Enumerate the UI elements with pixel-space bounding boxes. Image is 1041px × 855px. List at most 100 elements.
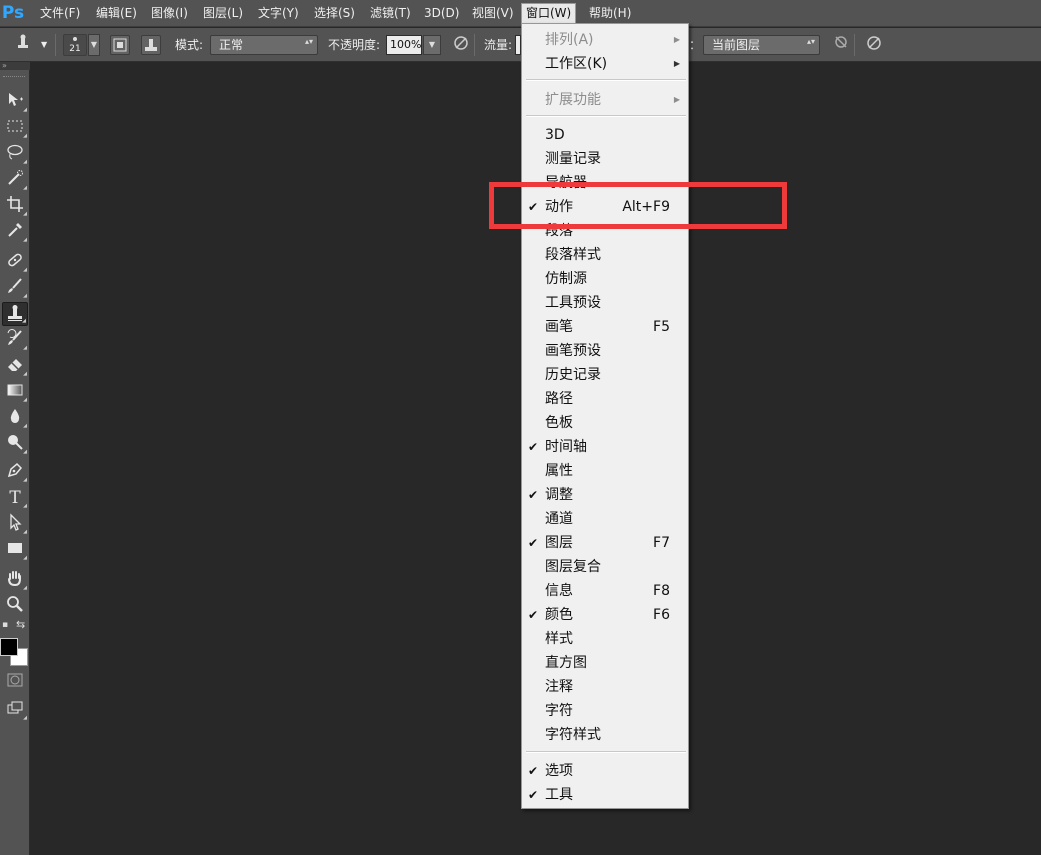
- ignore-adjustment-layers-icon[interactable]: [828, 33, 854, 57]
- menu-item-3d[interactable]: 3D: [522, 123, 688, 147]
- crop-icon[interactable]: ◢: [2, 194, 28, 218]
- menu-item-info[interactable]: 信息 F8: [522, 579, 688, 603]
- type-icon[interactable]: T ◢: [2, 486, 28, 510]
- menu-item-swatches[interactable]: 色板: [522, 411, 688, 435]
- menu-item-notes[interactable]: 注释: [522, 675, 688, 699]
- history-brush-icon[interactable]: ◢: [2, 328, 28, 352]
- menu-layer[interactable]: 图层(L): [199, 3, 247, 24]
- menu-type[interactable]: 文字(Y): [254, 3, 303, 24]
- checkmark-icon: ✔: [528, 764, 539, 778]
- menu-item-histogram[interactable]: 直方图: [522, 651, 688, 675]
- opacity-dropdown-icon[interactable]: ▼: [423, 35, 441, 55]
- menu-item-label: 选项: [545, 763, 573, 779]
- quick-mask-icon[interactable]: [2, 670, 28, 694]
- menu-item-adjustments[interactable]: ✔ 调整: [522, 483, 688, 507]
- quick-select-icon[interactable]: ◢: [2, 168, 28, 192]
- marquee-icon[interactable]: ◢: [2, 116, 28, 140]
- menu-item-channels[interactable]: 通道: [522, 507, 688, 531]
- menu-item-paths[interactable]: 路径: [522, 387, 688, 411]
- swap-colors-icon[interactable]: ⇆: [16, 618, 25, 631]
- healing-brush-icon[interactable]: ◢: [2, 250, 28, 274]
- menu-item-shortcut: F6: [653, 607, 670, 623]
- menu-item-character-styles[interactable]: 字符样式: [522, 723, 688, 747]
- menu-item-measurement-log[interactable]: 测量记录: [522, 147, 688, 171]
- clone-stamp-preset-icon[interactable]: [10, 33, 36, 57]
- menu-item-arrange[interactable]: 排列(A) ▶: [522, 28, 688, 52]
- clone-stamp-icon[interactable]: ◢: [2, 302, 28, 326]
- rectangle-icon[interactable]: ◢: [2, 538, 28, 562]
- menu-view[interactable]: 视图(V): [468, 3, 518, 24]
- gradient-icon[interactable]: ◢: [2, 380, 28, 404]
- brush-icon[interactable]: ◢: [2, 276, 28, 300]
- menu-item-paragraph[interactable]: 段落: [522, 219, 688, 243]
- menu-filter[interactable]: 滤镜(T): [366, 3, 415, 24]
- tool-preset-dropdown-icon[interactable]: ▼: [41, 28, 47, 62]
- sample-select[interactable]: 当前图层 ▴▾: [703, 35, 820, 55]
- menu-item-extensions[interactable]: 扩展功能 ▶: [522, 88, 688, 112]
- toolbox-collapse-icon[interactable]: »: [0, 62, 30, 70]
- zoom-icon[interactable]: [2, 594, 28, 618]
- pen-icon[interactable]: ◢: [2, 460, 28, 484]
- menu-item-navigator[interactable]: 导航器: [522, 171, 688, 195]
- photoshop-window: Ps 文件(F) 编辑(E) 图像(I) 图层(L) 文字(Y) 选择(S) 滤…: [0, 0, 1041, 855]
- menu-item-character[interactable]: 字符: [522, 699, 688, 723]
- separator: [854, 34, 855, 56]
- eyedropper-icon[interactable]: ◢: [2, 220, 28, 244]
- lasso-icon[interactable]: ◢: [2, 142, 28, 166]
- toolbox-grip[interactable]: [3, 76, 25, 78]
- menu-item-label: 信息: [545, 583, 573, 599]
- pressure-size-icon[interactable]: [861, 33, 887, 57]
- menu-item-label: 工具预设: [545, 295, 601, 311]
- menu-item-timeline[interactable]: ✔ 时间轴: [522, 435, 688, 459]
- menu-item-history[interactable]: 历史记录: [522, 363, 688, 387]
- menu-3d[interactable]: 3D(D): [420, 3, 463, 24]
- menu-item-actions[interactable]: ✔ 动作 Alt+F9: [522, 195, 688, 219]
- menu-item-paragraph-styles[interactable]: 段落样式: [522, 243, 688, 267]
- menu-item-workspace[interactable]: 工作区(K) ▶: [522, 52, 688, 76]
- separator: [55, 34, 56, 56]
- submenu-triangle-icon: ◢: [23, 107, 27, 113]
- opacity-input[interactable]: 100%: [386, 35, 422, 55]
- menu-window[interactable]: 窗口(W): [521, 3, 577, 24]
- menu-item-layers[interactable]: ✔ 图层 F7: [522, 531, 688, 555]
- menu-item-label: 导航器: [545, 175, 587, 191]
- hand-icon[interactable]: ◢: [2, 568, 28, 592]
- brush-picker-dropdown-icon[interactable]: ▼: [88, 34, 100, 56]
- toggle-clone-source-button[interactable]: [141, 35, 161, 55]
- dodge-icon[interactable]: ◢: [2, 432, 28, 456]
- default-colors-icon[interactable]: ▪: [2, 620, 8, 630]
- checkmark-icon: ✔: [528, 440, 539, 454]
- menu-file[interactable]: 文件(F): [36, 3, 84, 24]
- menu-item-tool-presets[interactable]: 工具预设: [522, 291, 688, 315]
- brush-size-preview[interactable]: 21: [63, 34, 87, 56]
- menu-help[interactable]: 帮助(H): [585, 3, 635, 24]
- toggle-brush-panel-button[interactable]: [110, 35, 130, 55]
- menu-select[interactable]: 选择(S): [310, 3, 359, 24]
- menu-item-label: 段落样式: [545, 247, 601, 263]
- menu-item-styles[interactable]: 样式: [522, 627, 688, 651]
- path-select-icon[interactable]: ◢: [2, 512, 28, 536]
- menu-item-brush[interactable]: 画笔 F5: [522, 315, 688, 339]
- menu-edit[interactable]: 编辑(E): [92, 3, 141, 24]
- menu-item-clone-source[interactable]: 仿制源: [522, 267, 688, 291]
- menu-item-properties[interactable]: 属性: [522, 459, 688, 483]
- pressure-opacity-icon[interactable]: [448, 33, 474, 57]
- menu-item-color[interactable]: ✔ 颜色 F6: [522, 603, 688, 627]
- mode-select[interactable]: 正常 ▴▾: [210, 35, 318, 55]
- blur-icon[interactable]: ◢: [2, 406, 28, 430]
- screen-mode-icon[interactable]: ◢: [2, 698, 28, 722]
- menu-item-label: 属性: [545, 463, 573, 479]
- menu-item-layer-comps[interactable]: 图层复合: [522, 555, 688, 579]
- submenu-triangle-icon: ◢: [23, 503, 27, 509]
- menu-image[interactable]: 图像(I): [147, 3, 192, 24]
- menu-item-brush-presets[interactable]: 画笔预设: [522, 339, 688, 363]
- menu-divider: [526, 115, 686, 117]
- menu-item-shortcut: Alt+F9: [622, 199, 670, 215]
- mode-label: 模式:: [175, 38, 204, 52]
- move-icon[interactable]: ◢: [2, 90, 28, 114]
- menu-item-tools[interactable]: ✔ 工具: [522, 783, 688, 807]
- eraser-icon[interactable]: ◢: [2, 354, 28, 378]
- menu-item-options[interactable]: ✔ 选项: [522, 759, 688, 783]
- checkmark-icon: ✔: [528, 536, 539, 550]
- foreground-color-swatch[interactable]: [0, 638, 18, 656]
